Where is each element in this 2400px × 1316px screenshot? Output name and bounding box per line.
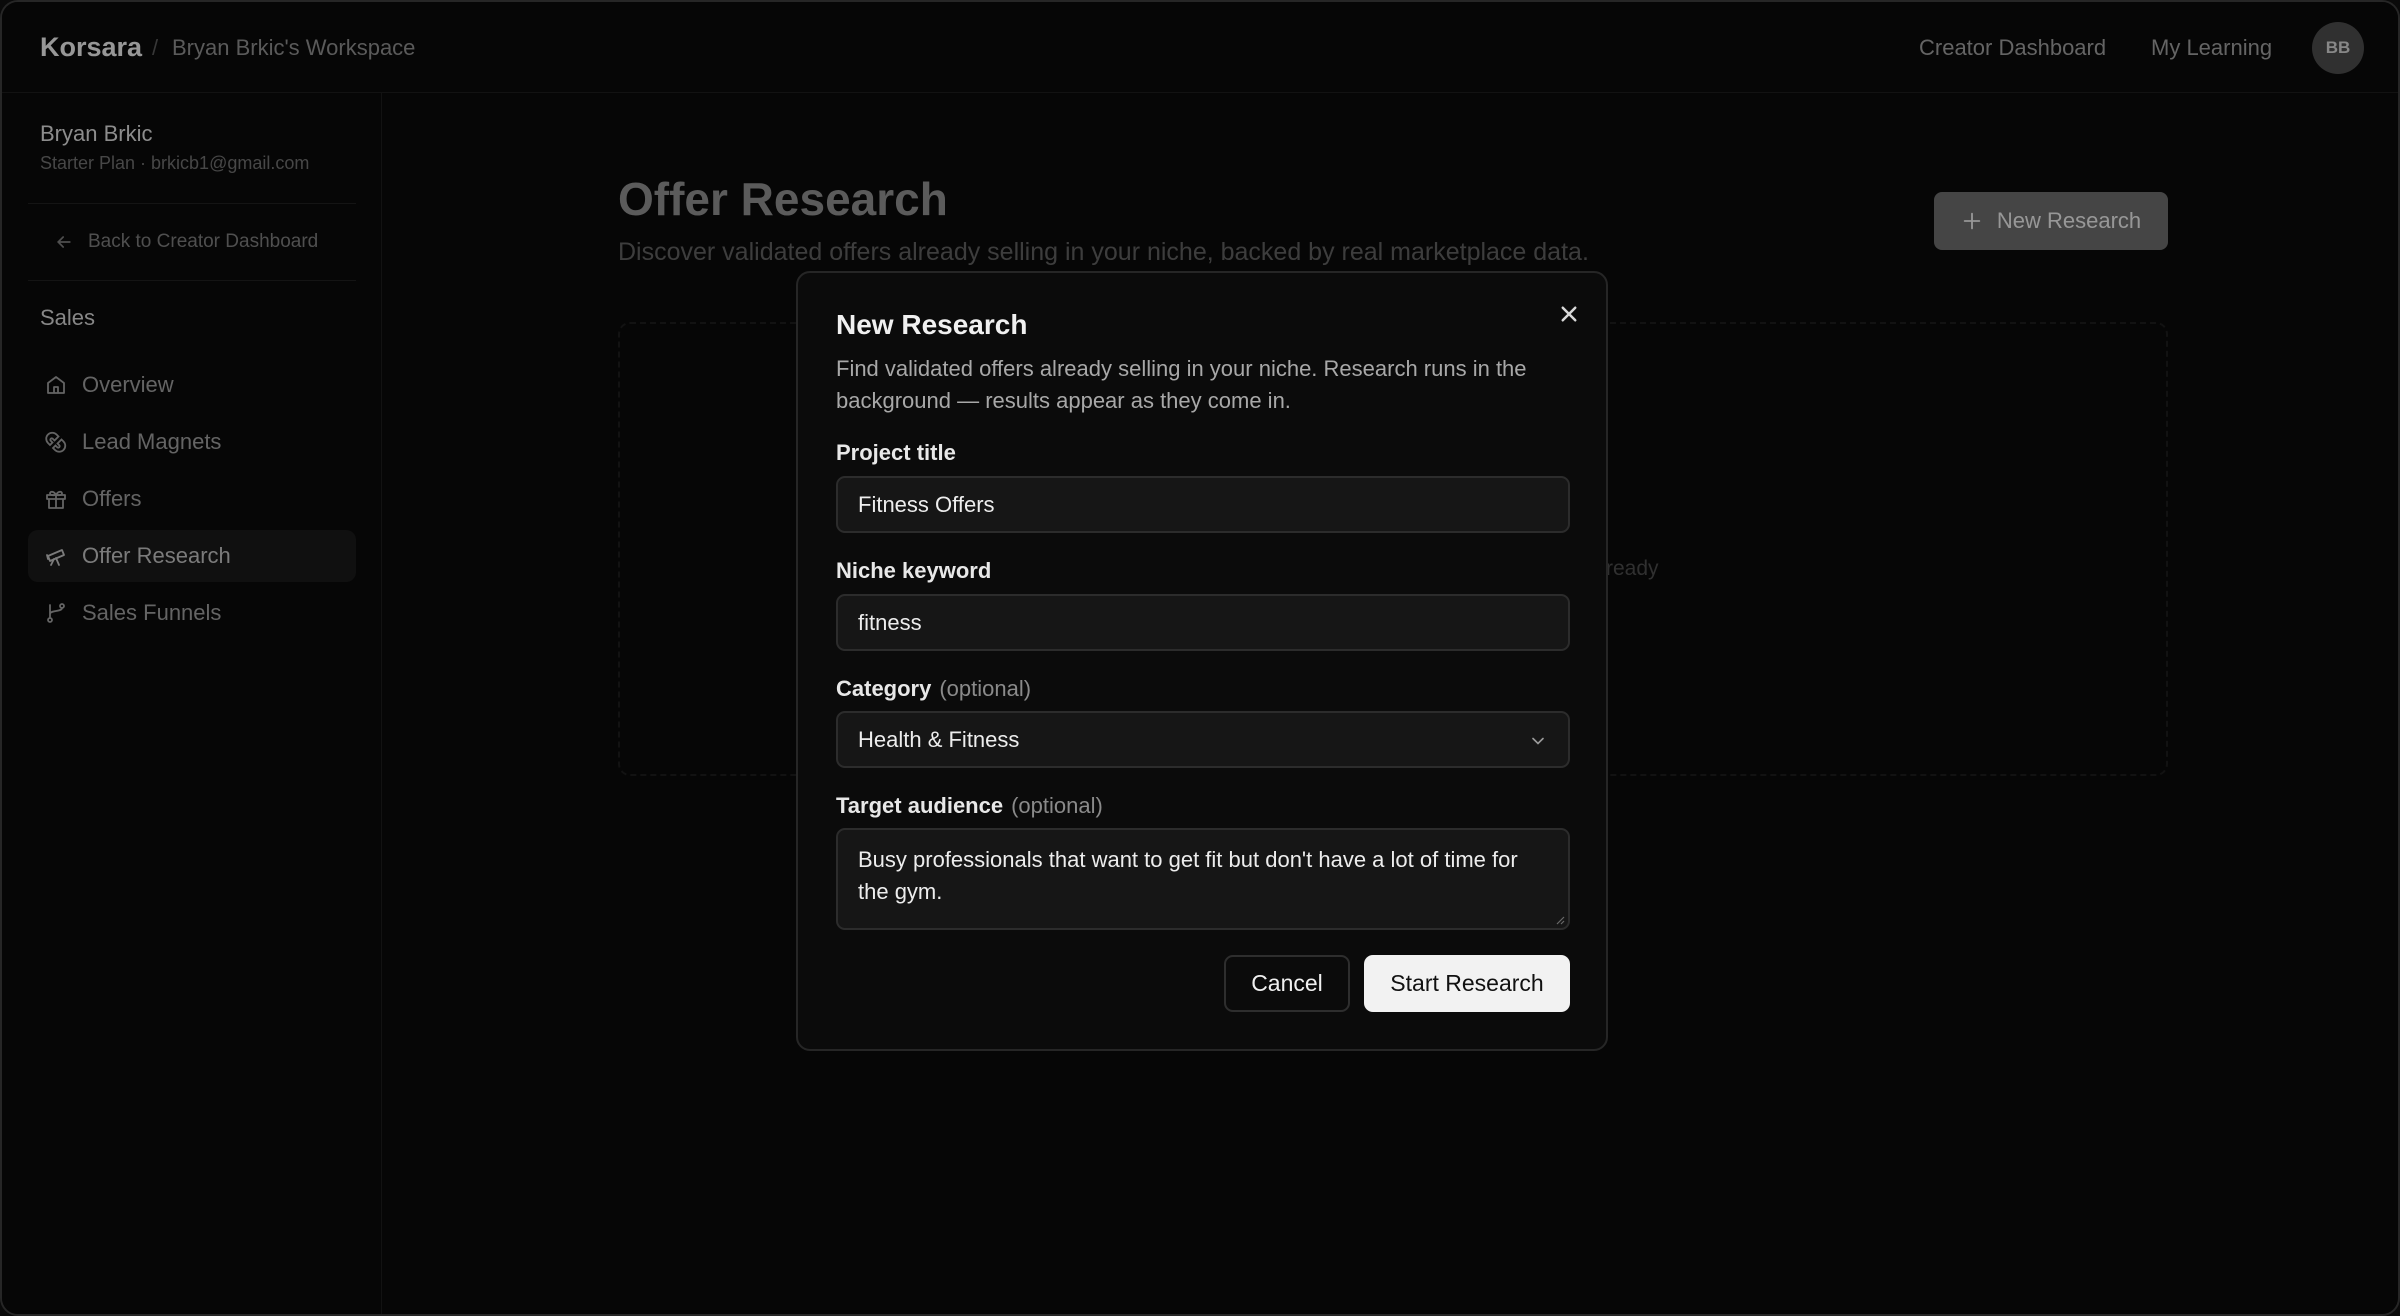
chevron-down-icon [1532, 737, 1544, 745]
target-audience-value: Busy professionals that want to get fit … [858, 847, 1518, 904]
dialog-description: Find validated offers already selling in… [836, 356, 1527, 413]
target-audience-label-text: Target audience [836, 793, 1004, 818]
cancel-button[interactable]: Cancel [1224, 955, 1350, 1012]
app-window: Korsara / Bryan Brkic's Workspace Creato… [0, 0, 2400, 1316]
category-value: Health & Fitness [858, 726, 1020, 752]
target-audience-textarea[interactable]: Busy professionals that want to get fit … [836, 828, 1570, 930]
target-audience-label: Target audience (optional) [836, 793, 1103, 819]
optional-hint: (optional) [939, 676, 1032, 701]
dialog-title: New Research [836, 309, 1028, 340]
project-title-input[interactable]: Fitness Offers [836, 476, 1570, 533]
close-icon[interactable] [1554, 299, 1584, 329]
new-research-dialog: New Research Find validated offers alrea… [796, 271, 1608, 1051]
optional-hint: (optional) [1011, 793, 1103, 818]
resize-handle-icon[interactable] [1553, 913, 1565, 925]
category-select[interactable]: Health & Fitness [836, 711, 1570, 768]
niche-keyword-input[interactable]: fitness [836, 594, 1570, 651]
niche-keyword-value: fitness [858, 609, 922, 635]
project-title-value: Fitness Offers [858, 491, 995, 517]
niche-keyword-label: Niche keyword [836, 558, 992, 583]
project-title-label: Project title [836, 440, 956, 465]
category-label: Category (optional) [836, 676, 1031, 702]
start-research-button[interactable]: Start Research [1364, 955, 1570, 1012]
category-label-text: Category [836, 676, 932, 701]
